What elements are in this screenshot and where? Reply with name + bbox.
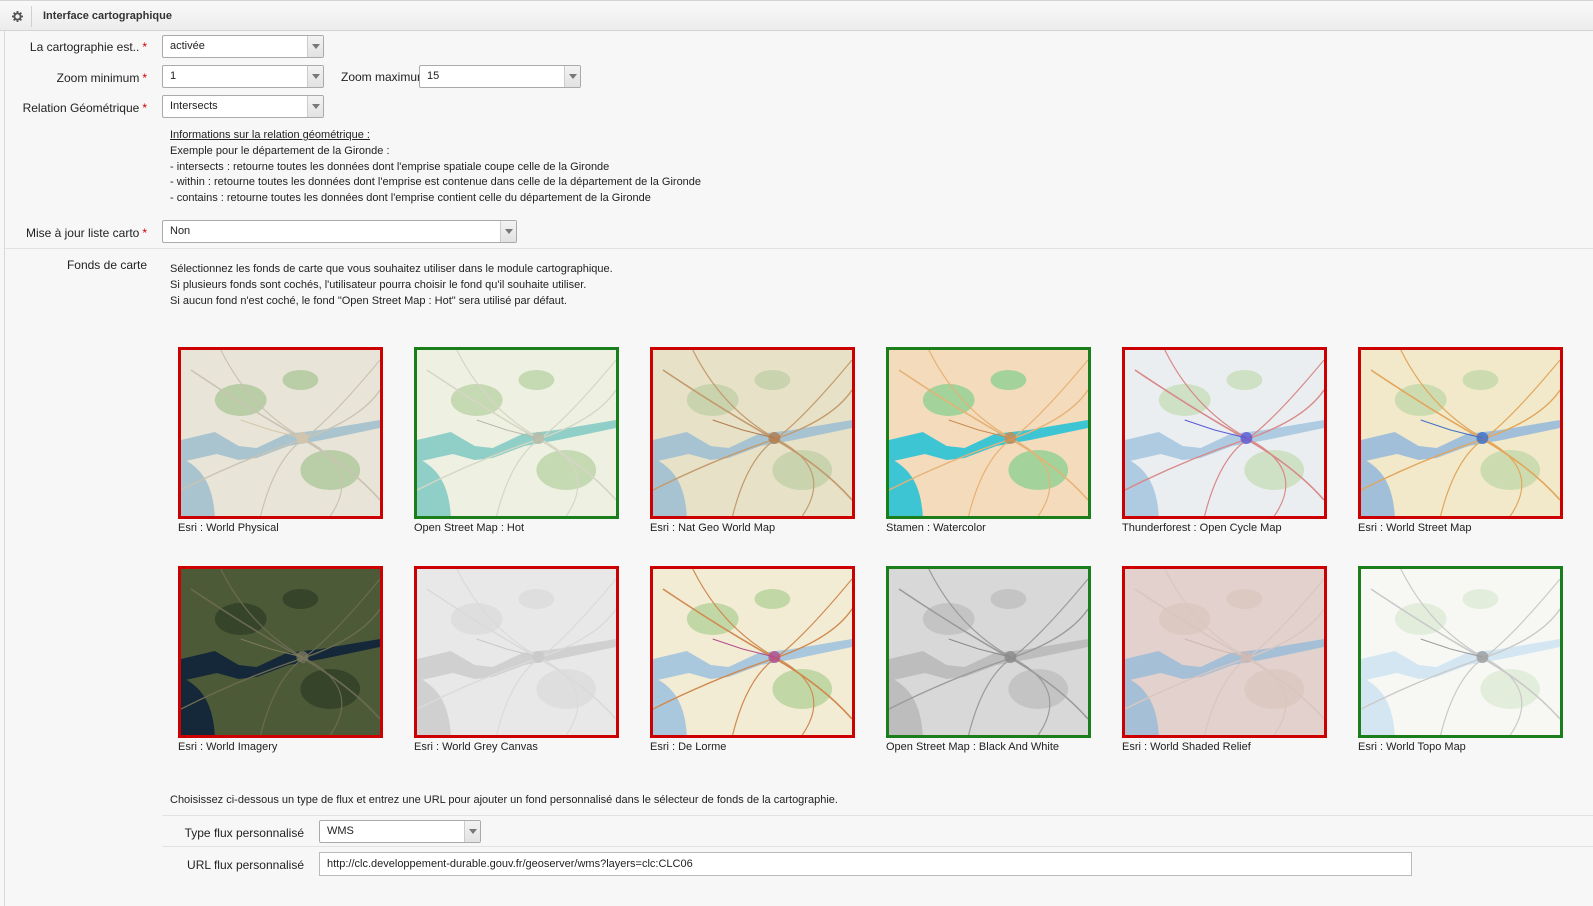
basemap-thumbnail[interactable] <box>650 566 855 738</box>
custom-intro: Choisissez ci-dessous un type de flux et… <box>170 794 838 806</box>
custom-url-input[interactable]: http://clc.developpement-durable.gouv.fr… <box>319 852 1412 876</box>
divider <box>5 248 1593 249</box>
zoom-max-select[interactable]: 15 <box>419 65 581 88</box>
basemap-tile[interactable]: Thunderforest : Open Cycle Map <box>1122 347 1327 534</box>
divider <box>162 815 1593 816</box>
basemap-caption: Open Street Map : Hot <box>414 522 525 534</box>
basemap-thumbnail[interactable] <box>1358 566 1563 738</box>
geo-relation-label: Relation Géométrique * <box>22 101 147 115</box>
geo-relation-info: Informations sur la relation géométrique… <box>170 128 701 207</box>
basemap-tile[interactable]: Open Street Map : Hot <box>414 347 619 534</box>
zoom-min-value: 1 <box>170 70 177 82</box>
custom-url-value: http://clc.developpement-durable.gouv.fr… <box>327 858 693 870</box>
panel-settings-button[interactable] <box>3 6 32 27</box>
basemap-thumbnail[interactable] <box>886 347 1091 519</box>
info-line: Exemple pour le département de la Girond… <box>170 144 390 157</box>
panel-border <box>4 31 5 906</box>
divider <box>162 846 1593 847</box>
basemap-tile[interactable]: Esri : World Imagery <box>178 566 383 753</box>
chevron-down-icon <box>307 36 323 57</box>
basemap-thumbnail[interactable] <box>178 347 383 519</box>
basemap-caption: Thunderforest : Open Cycle Map <box>1122 522 1282 534</box>
info-line: - intersects : retourne toutes les donné… <box>170 160 610 173</box>
basemap-tile[interactable]: Esri : World Physical <box>178 347 383 534</box>
basemaps-help: Sélectionnez les fonds de carte que vous… <box>170 262 613 309</box>
help-line: Si aucun fond n'est coché, le fond "Open… <box>170 294 567 307</box>
basemap-caption: Esri : De Lorme <box>650 741 727 753</box>
geo-relation-select[interactable]: Intersects <box>162 95 324 118</box>
basemap-caption: Esri : World Grey Canvas <box>414 741 538 753</box>
basemap-thumbnail[interactable] <box>414 347 619 519</box>
basemap-tile[interactable]: Open Street Map : Black And White <box>886 566 1091 753</box>
custom-type-select[interactable]: WMS <box>319 820 481 843</box>
basemap-caption: Esri : World Street Map <box>1358 522 1472 534</box>
help-line: Si plusieurs fonds sont cochés, l'utilis… <box>170 278 587 291</box>
custom-type-value: WMS <box>327 825 354 837</box>
help-line: Sélectionnez les fonds de carte que vous… <box>170 263 613 275</box>
basemaps-label: Fonds de carte <box>66 258 147 272</box>
update-list-select[interactable]: Non <box>162 220 517 243</box>
basemap-thumbnail[interactable] <box>414 566 619 738</box>
basemap-tile[interactable]: Esri : De Lorme <box>650 566 855 753</box>
basemap-caption: Open Street Map : Black And White <box>886 741 1060 753</box>
basemap-thumbnail[interactable] <box>886 566 1091 738</box>
mapping-state-select[interactable]: activée <box>162 35 324 58</box>
info-line: - within : retourne toutes les données d… <box>170 176 702 189</box>
info-line: - contains : retourne toutes les données… <box>170 192 651 205</box>
basemap-tile[interactable]: Esri : World Grey Canvas <box>414 566 619 753</box>
basemap-caption: Esri : Nat Geo World Map <box>650 522 776 534</box>
basemap-tile[interactable]: Esri : World Street Map <box>1358 347 1563 534</box>
mapping-state-value: activée <box>170 40 205 52</box>
chevron-down-icon <box>307 96 323 117</box>
basemap-thumbnail[interactable] <box>1122 566 1327 738</box>
basemap-tile[interactable]: Esri : World Shaded Relief <box>1122 566 1327 753</box>
chevron-down-icon <box>464 821 480 842</box>
info-heading: Informations sur la relation géométrique… <box>170 129 370 141</box>
basemap-thumbnail[interactable] <box>1358 347 1563 519</box>
zoom-max-value: 15 <box>427 70 440 82</box>
chevron-down-icon <box>500 221 516 242</box>
basemap-caption: Stamen : Watercolor <box>886 522 986 534</box>
basemap-thumbnail[interactable] <box>1122 347 1327 519</box>
geo-relation-value: Intersects <box>170 100 218 112</box>
basemap-caption: Esri : World Topo Map <box>1358 741 1466 753</box>
basemap-caption: Esri : World Imagery <box>178 741 278 753</box>
basemap-caption: Esri : World Physical <box>178 522 279 534</box>
basemap-caption: Esri : World Shaded Relief <box>1122 741 1251 753</box>
basemap-thumbnail[interactable] <box>178 566 383 738</box>
update-list-label: Mise à jour liste carto * <box>25 226 147 240</box>
panel-title: Interface cartographique <box>43 10 172 22</box>
update-list-value: Non <box>170 225 191 237</box>
zoom-min-select[interactable]: 1 <box>162 65 324 88</box>
chevron-down-icon <box>564 66 580 87</box>
mapping-state-label: La cartographie est.. * <box>29 40 147 54</box>
custom-type-label: Type flux personnalisé <box>184 826 304 840</box>
zoom-min-label: Zoom minimum * <box>56 71 147 85</box>
basemap-tile[interactable]: Esri : Nat Geo World Map <box>650 347 855 534</box>
chevron-down-icon <box>307 66 323 87</box>
basemap-thumbnail[interactable] <box>650 347 855 519</box>
custom-url-label: URL flux personnalisé <box>187 858 304 872</box>
panel-header: Interface cartographique <box>0 0 1593 31</box>
basemap-tile[interactable]: Esri : World Topo Map <box>1358 566 1563 753</box>
basemap-tile[interactable]: Stamen : Watercolor <box>886 347 1091 534</box>
gear-icon <box>11 11 23 22</box>
